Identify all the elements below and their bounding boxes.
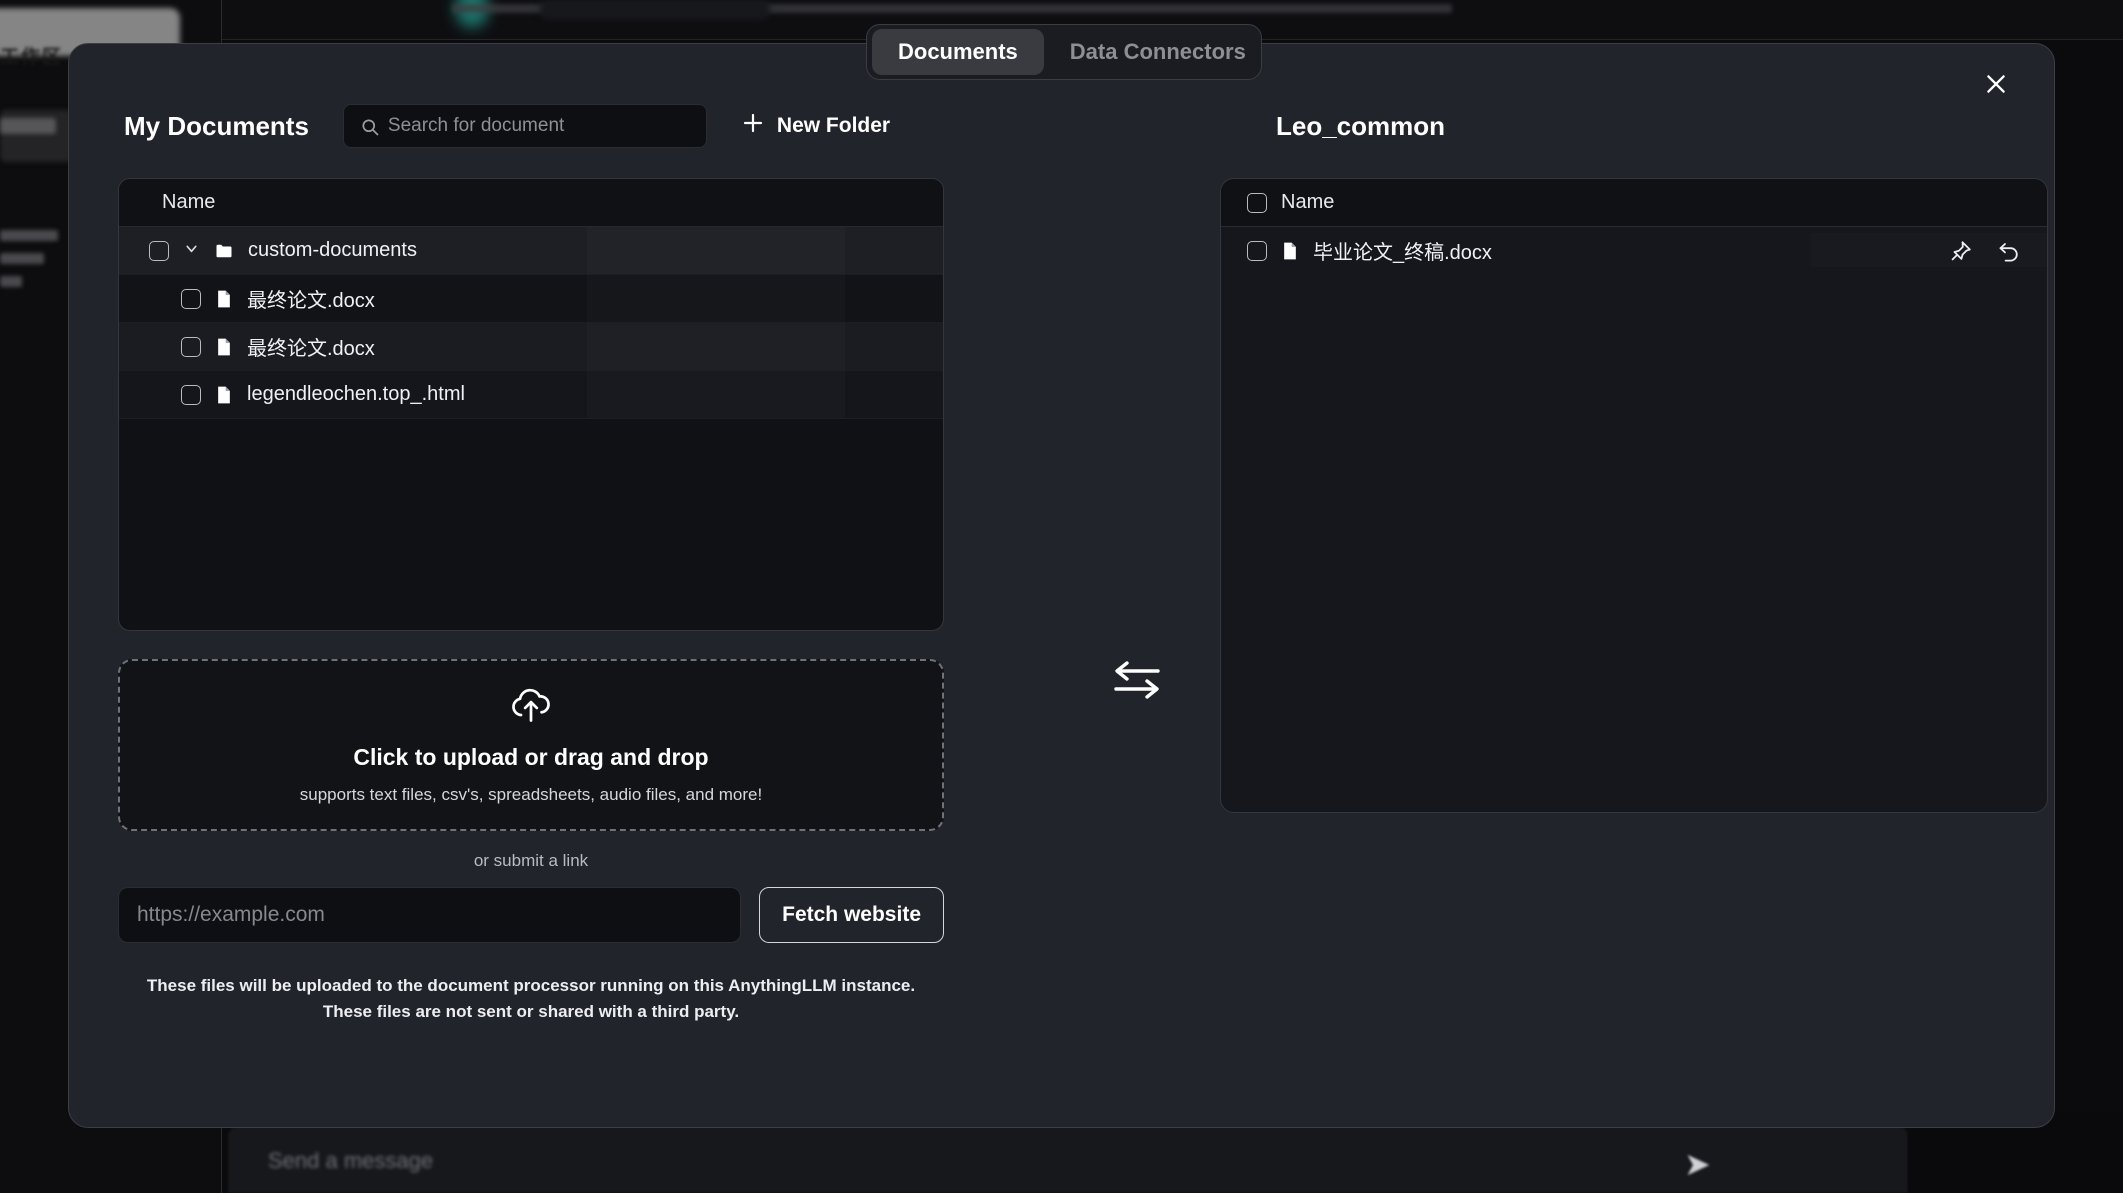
file-icon (1281, 241, 1299, 261)
disclaimer-line-2: These files are not sent or shared with … (322, 1002, 740, 1022)
workspace-list-header: Name (1221, 179, 2047, 227)
undo-icon[interactable] (1997, 239, 2021, 263)
upload-disclaimer: These files will be uploaded to the docu… (118, 973, 944, 1026)
table-row[interactable]: 毕业论文_终稿.docx (1221, 227, 2047, 274)
swap-arrows-icon[interactable] (1107, 652, 1167, 706)
background-sidebar-block-inner (0, 118, 56, 134)
page-title: My Documents (124, 110, 309, 141)
send-arrow-icon: ➤ (1684, 1146, 1711, 1182)
background-sidebar-lines (0, 230, 60, 299)
file-icon (215, 337, 233, 357)
row-checkbox[interactable] (1247, 240, 1267, 261)
folder-icon (214, 241, 234, 261)
row-name: custom-documents (248, 239, 417, 261)
row-actions (1949, 227, 2021, 274)
fetch-website-button[interactable]: Fetch website (759, 887, 944, 943)
new-folder-label: New Folder (776, 114, 891, 137)
table-row[interactable]: 最终论文.docx (119, 275, 943, 323)
row-shade (587, 371, 845, 418)
plus-icon (741, 111, 765, 141)
disclaimer-line-1: These files will be uploaded to the docu… (146, 976, 916, 995)
right-column-header: Leo_common (1209, 96, 2039, 156)
row-shade (587, 323, 845, 370)
row-name: legendleochen.top_.html (247, 383, 465, 405)
table-row[interactable]: custom-documents (119, 227, 943, 275)
left-column-header: My Documents New Folder (118, 96, 998, 156)
new-folder-button[interactable]: New Folder (741, 111, 890, 141)
tab-documents[interactable]: Documents (872, 29, 1044, 75)
upload-dropzone[interactable]: Click to upload or drag and drop support… (118, 659, 944, 831)
workspace-file-list: Name 毕业论文_终稿.docx (1220, 178, 2048, 813)
modal-tabbar: Documents Data Connectors (866, 24, 1262, 80)
url-input[interactable] (118, 887, 742, 943)
upload-subtitle: supports text files, csv's, spreadsheets… (299, 785, 763, 804)
my-documents-column: My Documents New Folder (118, 96, 998, 1026)
workspace-column: Leo_common Name 毕业论文_终稿.docx (1209, 96, 2048, 813)
row-name: 最终论文.docx (247, 338, 375, 360)
chevron-down-icon[interactable] (183, 240, 200, 261)
select-all-checkbox[interactable] (1247, 192, 1267, 213)
file-icon (215, 289, 233, 309)
tab-data-connectors[interactable]: Data Connectors (1044, 29, 1272, 75)
upload-title: Click to upload or drag and drop (353, 744, 709, 770)
url-submit-row: Fetch website (118, 887, 944, 943)
file-list-header: Name (119, 179, 943, 227)
row-checkbox[interactable] (181, 384, 201, 405)
row-checkbox[interactable] (181, 336, 201, 357)
compose-placeholder: Send a message (268, 1148, 434, 1173)
search-icon (360, 117, 380, 142)
file-icon (215, 385, 233, 405)
search-box[interactable] (342, 104, 707, 148)
table-row[interactable]: 最终论文.docx (119, 323, 943, 371)
search-input[interactable] (387, 115, 688, 137)
background-card-a (540, 0, 770, 20)
background-compose-box (228, 1125, 1908, 1193)
pin-icon[interactable] (1949, 239, 1973, 263)
cloud-upload-icon (509, 685, 553, 730)
row-checkbox[interactable] (149, 240, 169, 261)
document-manager-modal: My Documents New Folder (68, 43, 2055, 1128)
or-submit-link-label: or submit a link (473, 851, 589, 870)
table-row[interactable]: legendleochen.top_.html (119, 371, 943, 419)
row-name: 毕业论文_终稿.docx (1313, 242, 1492, 264)
row-shade (587, 275, 845, 322)
row-checkbox[interactable] (181, 288, 201, 309)
workspace-title: Leo_common (1276, 110, 1446, 141)
row-shade (587, 227, 845, 274)
my-documents-file-list: Name custom-documents 最终论文.docx 最终论文.doc… (118, 178, 944, 631)
modal-body: My Documents New Folder (69, 44, 2054, 1127)
row-name: 最终论文.docx (247, 290, 375, 312)
workspace-list-header-label: Name (1281, 191, 1335, 213)
